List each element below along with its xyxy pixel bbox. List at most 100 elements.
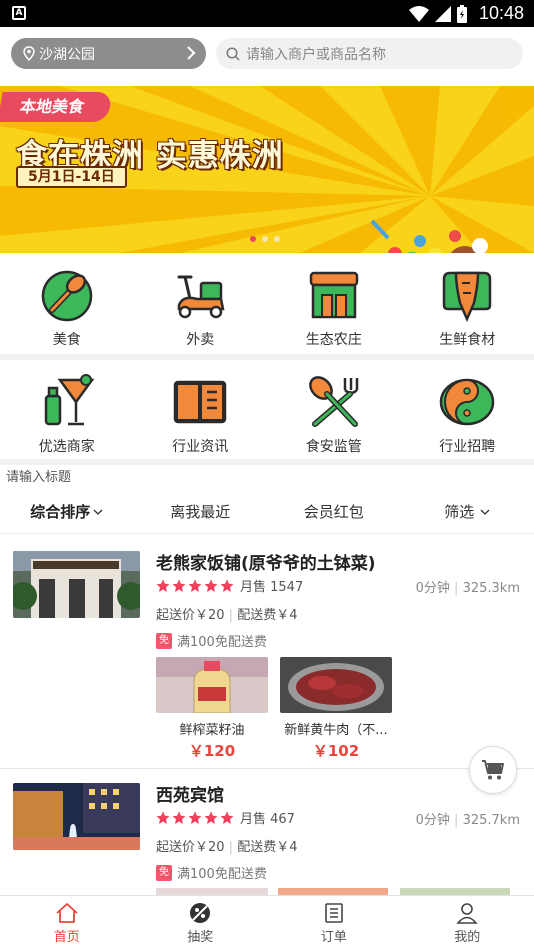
nav-orders[interactable]: 订单 xyxy=(267,896,401,950)
rating-stars xyxy=(156,811,234,825)
sort-tab-label: 综合排序 xyxy=(30,503,91,521)
star-icon xyxy=(204,579,218,592)
shop-rating: 月售 467 xyxy=(156,808,295,827)
nav-label: 首页 xyxy=(53,930,80,945)
sort-tab-comprehensive[interactable]: 综合排序 xyxy=(0,490,134,533)
star-icon xyxy=(156,811,170,824)
section-separator xyxy=(0,459,534,465)
shop-name: 西苑宾馆 xyxy=(156,786,224,806)
product-image xyxy=(280,657,392,713)
spoon-fork-icon xyxy=(308,376,358,427)
search-input[interactable]: 请输入商户或商品名称 xyxy=(216,38,523,69)
nav-lottery[interactable]: 抽奖 xyxy=(134,896,268,950)
bottom-nav: 首页 抽奖 订单 我的 xyxy=(0,895,534,950)
carrot-icon xyxy=(443,271,492,323)
section-title: 请输入标题 xyxy=(6,470,72,485)
banner-date: 5月1日-14日 xyxy=(16,166,127,188)
chevron-down-icon xyxy=(93,509,103,515)
cart-button[interactable] xyxy=(469,746,517,794)
shop-thumbnail xyxy=(13,783,140,850)
category-grid-row-1: 美食 外卖 生态农庄 生鲜食材 xyxy=(0,253,534,354)
notification-a-icon: A xyxy=(12,6,26,20)
shop-card[interactable]: 老熊家饭铺(原爷爷的土钵菜) 月售 1547 0分钟 | 325.3km 起送价… xyxy=(0,536,534,768)
nav-mine[interactable]: 我的 xyxy=(401,896,534,950)
promo-banner[interactable]: 本地美食 食在株洲 实惠株洲 5月1日-14日 xyxy=(0,86,534,253)
category-label: 行业资讯 xyxy=(172,439,229,455)
category-food-safety[interactable]: 食安监管 xyxy=(267,360,401,460)
product-card[interactable]: 新鲜黄牛肉（不... ￥102 xyxy=(280,657,392,761)
monthly-sales: 月售 1547 xyxy=(240,580,304,595)
category-label: 优选商家 xyxy=(38,439,95,455)
category-industry-jobs[interactable]: 行业招聘 xyxy=(401,360,534,460)
distance-value: 325.7km xyxy=(462,813,520,828)
product-name: 鲜榨菜籽油 xyxy=(179,723,245,738)
sort-tab-member-redpacket[interactable]: 会员红包 xyxy=(267,490,401,533)
category-takeout[interactable]: 外卖 xyxy=(134,253,268,354)
star-icon xyxy=(220,579,234,592)
delivery-fee: 配送费￥4 xyxy=(237,840,298,855)
banner-dot[interactable] xyxy=(274,236,280,242)
product-card[interactable]: 鲜榨菜籽油 ￥120 xyxy=(156,657,268,761)
monthly-sales: 月售 467 xyxy=(240,812,295,827)
free-delivery-badge: 免 xyxy=(156,632,172,649)
shop-card[interactable]: 西苑宾馆 月售 467 0分钟 | 325.7km 起送价￥20 | 配送费￥4… xyxy=(0,769,534,895)
shop-fees: 起送价￥20 | 配送费￥4 xyxy=(156,840,298,855)
category-label: 生态农庄 xyxy=(305,332,362,348)
search-icon xyxy=(226,46,240,61)
min-order: 起送价￥20 xyxy=(156,840,225,855)
lottery-icon xyxy=(190,903,211,923)
star-icon xyxy=(204,811,218,824)
shop-distance: 0分钟 | 325.7km xyxy=(415,813,520,828)
status-bar: A 10:48 xyxy=(0,0,534,27)
free-delivery-badge: 免 xyxy=(156,864,172,881)
banner-dot[interactable] xyxy=(262,236,268,242)
yin-yang-icon xyxy=(440,378,495,426)
shop-fees: 起送价￥20 | 配送费￥4 xyxy=(156,608,298,623)
category-label: 美食 xyxy=(52,332,81,348)
sort-tab-nearest[interactable]: 离我最近 xyxy=(134,490,268,533)
sort-tab-filter[interactable]: 筛选 xyxy=(401,490,534,533)
star-icon xyxy=(156,579,170,592)
chevron-right-icon xyxy=(187,46,196,60)
location-pin-icon xyxy=(23,46,35,61)
location-selector[interactable]: 沙湖公园 xyxy=(11,38,206,69)
nav-label: 我的 xyxy=(454,930,481,945)
shop-thumbnail xyxy=(13,551,140,618)
category-eco-farm[interactable]: 生态农庄 xyxy=(267,253,401,354)
delivery-time: 0分钟 xyxy=(415,813,450,828)
product-price: ￥120 xyxy=(188,742,236,760)
distance-value: 325.3km xyxy=(462,581,520,596)
cart-icon xyxy=(482,760,504,780)
farm-store-icon xyxy=(309,271,358,319)
category-industry-news[interactable]: 行业资讯 xyxy=(134,360,268,460)
star-icon xyxy=(188,579,202,592)
sort-tab-label: 筛选 xyxy=(444,503,475,521)
banner-tag: 本地美食 xyxy=(0,92,113,122)
promo-text: 满100免配送费 xyxy=(177,635,267,650)
nav-label: 订单 xyxy=(320,930,347,945)
product-image-peek xyxy=(400,888,510,895)
product-price: ￥102 xyxy=(312,742,360,760)
product-image-peek xyxy=(278,888,388,895)
user-icon xyxy=(456,903,478,924)
search-placeholder: 请输入商户或商品名称 xyxy=(246,46,386,63)
delivery-fee: 配送费￥4 xyxy=(237,608,298,623)
delivery-time: 0分钟 xyxy=(415,581,450,596)
shop-rating: 月售 1547 xyxy=(156,576,303,595)
shop-distance: 0分钟 | 325.3km xyxy=(415,581,520,596)
sort-bar: 综合排序 离我最近 会员红包 筛选 xyxy=(0,490,534,534)
wifi-icon xyxy=(408,5,429,22)
search-header: 沙湖公园 请输入商户或商品名称 xyxy=(0,27,534,81)
battery-icon xyxy=(456,4,467,23)
sort-tab-label: 离我最近 xyxy=(170,503,231,521)
shop-promo: 免 满100免配送费 xyxy=(156,631,267,650)
star-icon xyxy=(172,579,186,592)
category-preferred-merchants[interactable]: 优选商家 xyxy=(0,360,134,460)
book-icon xyxy=(174,380,227,424)
nav-home[interactable]: 首页 xyxy=(0,896,134,950)
category-food[interactable]: 美食 xyxy=(0,253,134,354)
category-fresh-food[interactable]: 生鲜食材 xyxy=(401,253,534,354)
category-grid-row-2: 优选商家 行业资讯 食安监管 行业招聘 xyxy=(0,360,534,460)
banner-dot[interactable] xyxy=(250,236,256,242)
min-order: 起送价￥20 xyxy=(156,608,225,623)
